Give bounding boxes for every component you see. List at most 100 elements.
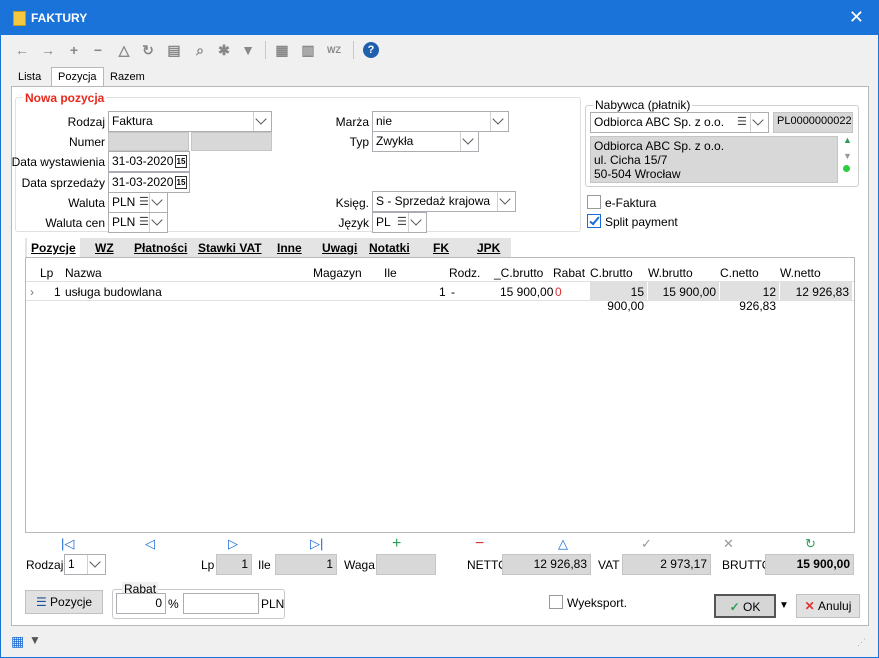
efaktura-checkbox[interactable] (587, 195, 601, 209)
close-icon: ✕ (804, 599, 819, 613)
tab-notatki[interactable]: Notatki (369, 241, 410, 255)
col-w-brutto[interactable]: W.brutto (648, 266, 693, 280)
numer-field[interactable] (191, 132, 272, 151)
chevron-down-icon[interactable] (750, 113, 768, 132)
add-record-icon[interactable]: + (392, 536, 401, 552)
chevron-down-icon[interactable] (87, 555, 105, 574)
waluta-select[interactable]: PLN ☰ (108, 192, 168, 213)
rabat-percent-field[interactable]: 0 (116, 593, 166, 614)
typ-select[interactable]: Zwykła (372, 131, 479, 152)
plus-icon[interactable]: + (65, 41, 83, 59)
prev-record-icon[interactable]: ◁ (145, 537, 155, 551)
waluta-cen-select[interactable]: PLN ☰ (108, 212, 168, 233)
typ-label: Typ (349, 135, 369, 149)
col-ile[interactable]: Ile (384, 266, 397, 280)
split-payment-checkbox[interactable] (587, 214, 601, 228)
wz-icon[interactable]: WZ (325, 41, 343, 59)
pln-label: PLN (261, 597, 285, 611)
col-nazwa[interactable]: Nazwa (65, 266, 102, 280)
first-record-icon[interactable]: |◁ (61, 537, 74, 551)
chevron-down-icon[interactable] (253, 112, 271, 131)
cancel-record-icon[interactable]: ✕ (723, 537, 734, 551)
rabat-pln-field[interactable] (183, 593, 259, 614)
marza-select[interactable]: nie (372, 111, 509, 132)
col-c-brutto[interactable]: C.brutto (590, 266, 633, 280)
copy-icon[interactable]: ▥ (299, 41, 317, 59)
calendar-icon[interactable]: 15 (175, 176, 187, 189)
col-magazyn[interactable]: Magazyn (313, 266, 362, 280)
jezyk-label: Język (338, 216, 369, 230)
nabywca-select[interactable]: Odbiorca ABC Sp. z o.o. ☰ (590, 112, 769, 133)
tab-fk[interactable]: FK (433, 241, 449, 255)
bottom-rodzaj-label: Rodzaj (26, 558, 64, 572)
confirm-record-icon[interactable]: ✓ (641, 537, 652, 551)
minus-icon[interactable]: − (89, 41, 107, 59)
tab-wz[interactable]: WZ (95, 241, 114, 255)
close-button[interactable]: ✕ (849, 7, 864, 27)
grid-view-icon[interactable]: ▦ (11, 633, 24, 650)
bottom-rodzaj-select[interactable]: 1 (64, 554, 106, 575)
chevron-down-icon[interactable] (497, 192, 515, 211)
col-rabat[interactable]: Rabat (553, 266, 585, 280)
brutto-value: 15 900,00 (765, 554, 854, 575)
nip-field[interactable]: PL0000000022 (773, 112, 853, 133)
table-row[interactable]: › 1 usługa budowlana 1 - 15 900,00 0 15 … (26, 281, 854, 313)
numer-prefix-field[interactable] (108, 132, 189, 151)
ok-dropdown-icon[interactable]: ▼ (779, 600, 789, 611)
scroll-down-icon[interactable]: ▼ (843, 151, 852, 161)
wyeksport-checkbox[interactable] (549, 595, 563, 609)
refresh-icon[interactable]: ↻ (139, 41, 157, 59)
data-sprzedazy-field[interactable]: 31-03-2020 15 (108, 172, 190, 193)
cell-c-brutto-raw: 15 900,00 (500, 285, 554, 299)
tab-lista[interactable]: Lista (11, 67, 48, 86)
print-icon[interactable]: ▤ (165, 41, 183, 59)
bottom-rodzaj-value: 1 (68, 557, 75, 571)
export-icon[interactable]: ▦ (273, 41, 291, 59)
data-wystawienia-field[interactable]: 31-03-2020 15 (108, 151, 190, 172)
col-lp[interactable]: Lp (40, 266, 53, 280)
chevron-down-icon[interactable] (408, 213, 426, 232)
chevron-down-icon[interactable] (460, 132, 478, 151)
tab-pozycja[interactable]: Pozycja (51, 67, 104, 87)
col-c-netto[interactable]: C.netto (720, 266, 759, 280)
refresh-record-icon[interactable]: ↻ (805, 537, 816, 551)
tab-pozycje[interactable]: Pozycje (27, 238, 80, 258)
ok-button[interactable]: ✓ OK (714, 594, 776, 618)
help-icon[interactable]: ? (363, 42, 379, 58)
chevron-down-icon[interactable] (149, 213, 167, 232)
arrow-right-icon[interactable]: → (39, 41, 57, 59)
edit-record-icon[interactable]: △ (558, 537, 568, 551)
waluta-label: Waluta (68, 196, 105, 210)
filter-settings-icon[interactable]: ▼ (29, 633, 41, 647)
rodzaj-select[interactable]: Faktura (108, 111, 272, 132)
triangle-icon[interactable]: △ (115, 41, 133, 59)
zoom-icon[interactable]: ⌕ (191, 41, 209, 59)
ksieg-select[interactable]: S - Sprzedaż krajowa (372, 191, 516, 212)
scroll-up-icon[interactable]: ▲ (843, 135, 852, 145)
jezyk-value: PL (376, 215, 391, 229)
data-wystawienia-value: 31-03-2020 (112, 154, 174, 168)
chevron-down-icon[interactable] (149, 193, 167, 212)
arrow-left-icon[interactable]: ← (13, 41, 31, 59)
tab-jpk[interactable]: JPK (477, 241, 500, 255)
settings-icon[interactable]: ✱ (215, 41, 233, 59)
chevron-down-icon[interactable] (490, 112, 508, 131)
calendar-icon[interactable]: 15 (175, 155, 187, 168)
col-rodz[interactable]: Rodz. (449, 266, 480, 280)
tab-razem[interactable]: Razem (103, 67, 152, 86)
tab-platnosci[interactable]: Płatności (134, 241, 187, 255)
filter-icon[interactable]: ▼ (239, 41, 257, 59)
delete-record-icon[interactable]: − (475, 536, 484, 552)
next-record-icon[interactable]: ▷ (228, 537, 238, 551)
col-c-brutto-raw[interactable]: _C.brutto (494, 266, 543, 280)
tab-inne[interactable]: Inne (277, 241, 302, 255)
anuluj-button[interactable]: ✕ Anuluj (796, 594, 860, 618)
tab-uwagi[interactable]: Uwagi (322, 241, 357, 255)
last-record-icon[interactable]: ▷| (310, 537, 323, 551)
tab-stawki-vat[interactable]: Stawki VAT (198, 241, 262, 255)
col-w-netto[interactable]: W.netto (780, 266, 821, 280)
jezyk-select[interactable]: PL ☰ (372, 212, 427, 233)
list-icon: ☰ (397, 216, 407, 228)
nabywca-address: Odbiorca ABC Sp. z o.o. ul. Cicha 15/7 5… (590, 136, 838, 183)
pozycje-button[interactable]: ☰ Pozycje (25, 590, 103, 614)
